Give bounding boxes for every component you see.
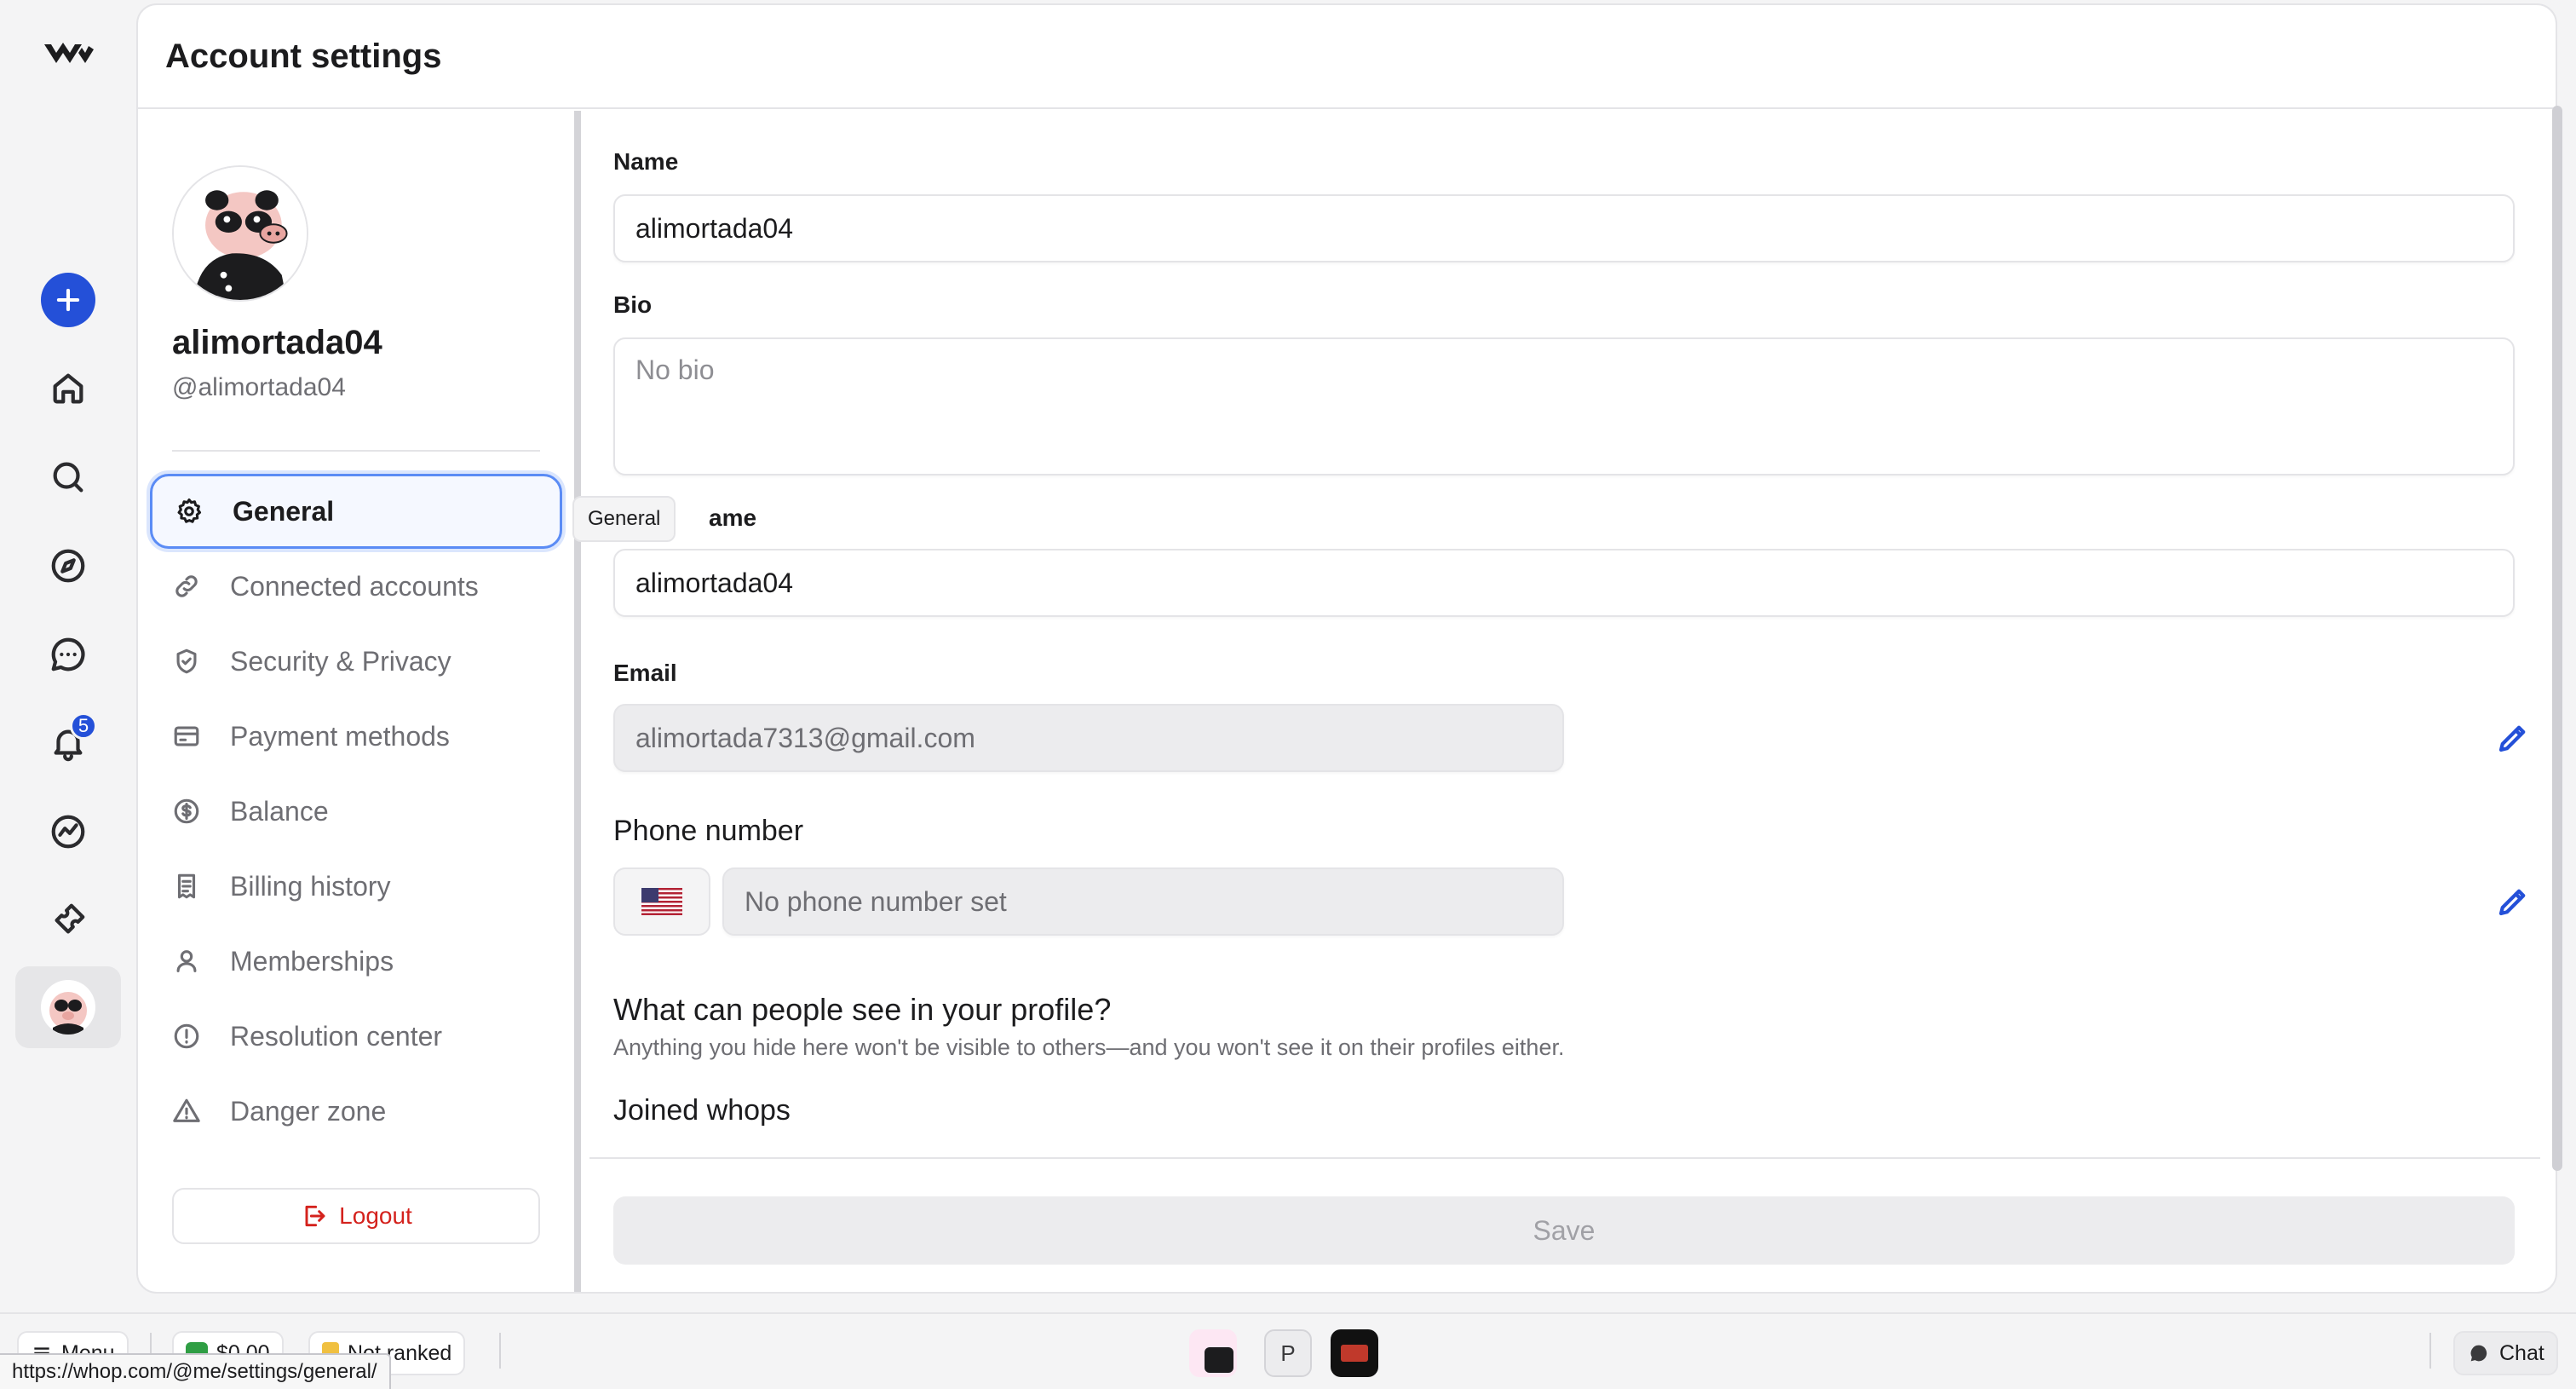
visibility-subtitle: Anything you hide here won't be visible … [613,1035,1565,1060]
username-label: ame [709,504,757,531]
nav-item-resolution-center[interactable]: Resolution center [150,999,562,1074]
credit-card-icon [174,726,199,746]
us-flag-icon [641,888,682,915]
whop-logo-icon[interactable] [41,34,95,72]
settings-card: Account settings alimortada04 @alimortad… [136,3,2557,1294]
pencil-icon [2498,889,2526,916]
user-icon [176,950,197,972]
plus-icon [56,288,80,312]
app-p-label: P [1280,1340,1296,1366]
nav-label: Connected accounts [230,570,479,602]
sidebar-divider [574,111,581,1292]
profile-name: alimortada04 [172,324,382,361]
tickets-button[interactable] [41,893,95,948]
nav-label: Payment methods [230,720,450,752]
app-thumbnail-icon [1341,1345,1368,1362]
chat-bubble-icon [51,637,85,671]
home-button[interactable] [41,361,95,416]
nav-item-payment-methods[interactable]: Payment methods [150,699,562,774]
discover-button[interactable] [41,539,95,593]
profile-avatar[interactable] [172,165,308,302]
visibility-title: What can people see in your profile? [613,992,1112,1027]
bio-label: Bio [613,291,653,318]
profile-handle: @alimortada04 [172,373,346,401]
nav-item-balance[interactable]: Balance [150,774,562,849]
icon-rail: 5 [0,0,136,1312]
edit-email-button[interactable] [2493,718,2533,758]
activity-chart-icon [51,815,85,849]
joined-whops-label: Joined whops [613,1094,791,1127]
receipt-icon [177,873,196,899]
logout-icon [305,1205,325,1227]
name-input[interactable]: alimortada04 [613,194,2515,262]
activity-button[interactable] [41,804,95,859]
edit-phone-button[interactable] [2493,881,2533,922]
alert-circle-icon [174,1023,199,1049]
nav-label: Balance [230,795,329,827]
messages-button[interactable] [41,627,95,682]
nav-item-danger-zone[interactable]: Danger zone [150,1074,562,1149]
nav-item-security-privacy[interactable]: Security & Privacy [150,624,562,699]
page-scrollbar[interactable] [2552,106,2562,1171]
email-field: alimortada7313@gmail.com [613,704,1564,772]
chat-button[interactable]: Chat [2453,1331,2558,1375]
save-button[interactable]: Save [613,1196,2515,1265]
nav-item-memberships[interactable]: Memberships [150,924,562,999]
gear-icon [177,498,202,523]
nav-label: Resolution center [230,1020,443,1052]
compass-icon [51,549,85,583]
home-icon [53,373,83,404]
nav-label: Security & Privacy [230,645,451,677]
rail-avatar [41,980,95,1035]
shield-icon [176,648,197,674]
settings-sidebar: alimortada04 @alimortada04 General Conne… [138,111,581,1292]
notification-badge: 5 [70,712,97,740]
nav-label: General [233,495,335,527]
ticket-icon [55,903,85,934]
name-label: Name [613,148,679,175]
nav-label: Memberships [230,945,394,977]
status-bar-url: https://whop.com/@me/settings/general/ [0,1353,391,1389]
username-input[interactable]: alimortada04 [613,549,2515,617]
bio-textarea[interactable]: No bio [613,337,2515,475]
settings-form: Name alimortada04 Bio No bio ame alimort… [589,111,2540,1292]
add-button[interactable] [41,273,95,327]
sidebar-separator [172,450,540,452]
app-icon-1[interactable] [1189,1329,1237,1377]
logout-button[interactable]: Logout [172,1188,540,1244]
phone-label: Phone number [613,815,804,847]
notifications-button[interactable]: 5 [41,712,97,770]
search-icon [53,462,83,493]
search-button[interactable] [41,450,95,504]
app-thumbnail-icon [1205,1347,1233,1373]
email-label: Email [613,660,677,686]
bottom-separator [499,1333,501,1369]
nav-item-general[interactable]: General [150,474,562,549]
phone-field: No phone number set [722,867,1564,936]
warning-triangle-icon [173,1098,200,1122]
link-icon [175,575,198,597]
chat-label: Chat [2499,1340,2544,1365]
page-title: Account settings [165,37,442,75]
bottom-separator [2429,1333,2431,1369]
app-icon-3[interactable] [1331,1329,1378,1377]
pencil-icon [2498,725,2526,752]
nav-label: Billing history [230,870,391,902]
nav-item-billing-history[interactable]: Billing history [150,849,562,924]
logout-label: Logout [339,1202,412,1229]
app-icon-p[interactable]: P [1264,1329,1312,1377]
form-scroll-area[interactable]: Name alimortada04 Bio No bio ame alimort… [589,111,2540,1159]
general-tooltip: General [572,496,676,542]
chat-icon [2470,1345,2487,1362]
nav-item-connected-accounts[interactable]: Connected accounts [150,549,562,624]
country-selector[interactable] [613,867,710,936]
nav-label: Danger zone [230,1095,387,1127]
rail-profile-button[interactable] [15,966,121,1048]
settings-header: Account settings [138,5,2556,109]
dollar-circle-icon [174,798,199,824]
